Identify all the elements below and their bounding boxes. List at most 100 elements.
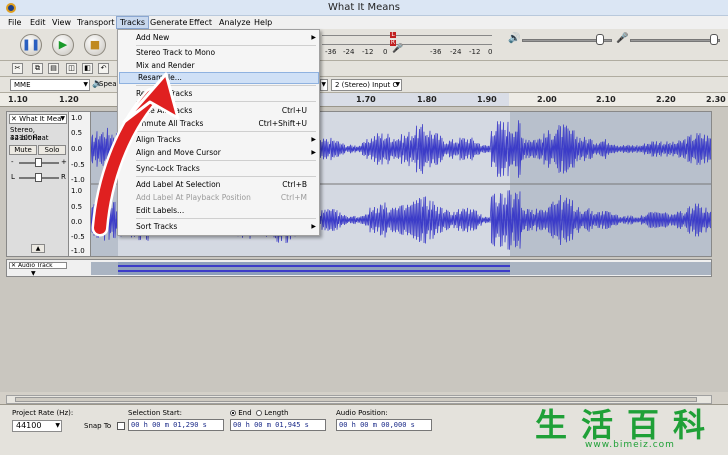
meter-tick: 0 xyxy=(488,48,493,56)
ruler-tick: 1.80 xyxy=(417,95,437,104)
meter-tick: 0 xyxy=(383,48,388,56)
menu-item-align-move-cursor[interactable]: Align and Move Cursor ▶ xyxy=(118,147,319,159)
menu-item-add-label-selection[interactable]: Add Label At Selection Ctrl+B xyxy=(118,179,319,191)
cut-icon[interactable]: ✂ xyxy=(12,63,23,74)
menu-item-mix-and-render[interactable]: Mix and Render xyxy=(118,60,319,72)
channels-select[interactable]: 2 (Stereo) Input C ▼ xyxy=(331,79,402,91)
collapse-track-button[interactable]: ▲ xyxy=(31,244,45,253)
chevron-down-icon: ▼ xyxy=(55,422,60,429)
scale-label: -1.0 xyxy=(71,247,85,255)
audio-position-label: Audio Position: xyxy=(336,409,388,417)
record-volume-slider[interactable] xyxy=(630,39,720,42)
scale-label: 0.0 xyxy=(71,145,83,153)
length-radio[interactable] xyxy=(256,410,262,416)
menu-generate[interactable]: Generate xyxy=(147,16,190,29)
chevron-down-icon: ▼ xyxy=(321,81,326,88)
menu-item-align-tracks[interactable]: Align Tracks ▶ xyxy=(118,134,319,146)
audio-track-2[interactable]: ✕ Audio Track ▼ xyxy=(6,259,712,277)
stop-button[interactable]: ■ xyxy=(84,34,106,56)
end-label: End xyxy=(238,409,252,417)
playback-device-dropdown[interactable]: ▼ xyxy=(320,79,328,91)
menu-transport[interactable]: Transport xyxy=(74,16,118,29)
meter-tick: -36 xyxy=(325,48,337,56)
chevron-down-icon: ▼ xyxy=(83,81,88,88)
menu-item-stereo-to-mono[interactable]: Stereo Track to Mono xyxy=(118,47,319,59)
transport-toolbar: ❚❚ ▶ ■ L R 🎤 -36 -24 -12 0 -36 -24 -12 0… xyxy=(0,29,728,61)
gain-slider-thumb[interactable] xyxy=(35,158,42,167)
solo-button[interactable]: Solo xyxy=(38,145,66,155)
paste-icon[interactable]: ▤ xyxy=(48,63,59,74)
menu-item-remove-tracks[interactable]: Remove Tracks xyxy=(118,88,319,100)
ruler-tick: 2.10 xyxy=(596,95,616,104)
track-area[interactable]: ✕ What It Mea ▼ Stereo, 44100Hz 32-bit fl… xyxy=(0,107,728,404)
scale-label: 1.0 xyxy=(71,114,83,122)
audio-host-select[interactable]: MME ▼ xyxy=(10,79,90,91)
track2-wave-upper xyxy=(118,265,510,267)
scale-label: 0.0 xyxy=(71,218,83,226)
selection-end-field[interactable]: 00 h 00 m 01,945 s xyxy=(230,419,326,431)
record-volume-thumb[interactable] xyxy=(710,34,718,45)
close-icon[interactable]: ✕ xyxy=(11,263,18,268)
microphone-icon: 🎤 xyxy=(392,44,404,54)
track2-clip[interactable] xyxy=(91,262,711,275)
watermark-logo: 生活百科 www.bimeiz.com xyxy=(535,402,723,452)
menu-effect[interactable]: Effect xyxy=(186,16,215,29)
menu-help[interactable]: Help xyxy=(251,16,275,29)
selection-start-field[interactable]: 00 h 00 m 01,290 s xyxy=(128,419,224,431)
menu-separator xyxy=(136,160,316,161)
track2-wave-lower xyxy=(118,270,510,272)
menu-item-resample[interactable]: Resample... xyxy=(119,72,319,84)
scale-label: -1.0 xyxy=(71,176,85,184)
meter-tick: -12 xyxy=(469,48,481,56)
menu-item-add-label-playback: Add Label At Playback Position Ctrl+M xyxy=(136,193,307,202)
ruler-tick: 1.90 xyxy=(477,95,497,104)
chevron-down-icon: ▼ xyxy=(31,270,36,277)
gain-plus-label: + xyxy=(61,158,67,166)
undo-icon[interactable]: ↶ xyxy=(98,63,109,74)
mute-button[interactable]: Mute xyxy=(9,145,37,155)
timeline-ruler[interactable]: 1.10 1.20 1.70 1.80 1.90 2.00 2.10 2.20 … xyxy=(0,93,728,107)
project-rate-select[interactable]: 44100 ▼ xyxy=(12,420,62,432)
audio-position-field[interactable]: 00 h 00 m 00,000 s xyxy=(336,419,432,431)
menu-item-sync-lock[interactable]: Sync-Lock Tracks xyxy=(118,163,319,175)
speaker-icon: 🔊 xyxy=(508,33,521,44)
chevron-right-icon: ▶ xyxy=(311,136,316,143)
menu-edit[interactable]: Edit xyxy=(27,16,49,29)
scale-label: -0.5 xyxy=(71,161,85,169)
menu-item-unmute-all[interactable]: Unmute All Tracks Ctrl+Shift+U xyxy=(118,118,319,130)
ruler-tick: 1.70 xyxy=(356,95,376,104)
menu-item-mute-all[interactable]: Mute All Tracks Ctrl+U xyxy=(118,105,319,117)
pan-slider-thumb[interactable] xyxy=(35,173,42,182)
track-name-menu[interactable]: ✕ What It Mea ▼ xyxy=(9,114,67,124)
play-button[interactable]: ▶ xyxy=(52,34,74,56)
menu-separator xyxy=(136,45,316,46)
audio-track-what-it-means[interactable]: ✕ What It Mea ▼ Stereo, 44100Hz 32-bit fl… xyxy=(6,111,712,257)
meter-tick: -24 xyxy=(343,48,355,56)
end-radio[interactable] xyxy=(230,410,236,416)
menu-item-edit-labels[interactable]: Edit Labels... xyxy=(118,205,319,217)
menu-item-sort-tracks[interactable]: Sort Tracks ▶ xyxy=(118,221,319,233)
amplitude-scale[interactable]: 1.0 0.5 0.0 -0.5 -1.0 1.0 0.5 0.0 -0.5 -… xyxy=(69,112,91,256)
end-length-toggle: End Length xyxy=(230,409,288,417)
track2-name-menu[interactable]: ✕ Audio Track xyxy=(9,262,67,269)
scale-label: 0.5 xyxy=(71,203,83,211)
snap-to-checkbox[interactable] xyxy=(117,422,125,430)
menu-analyze[interactable]: Analyze xyxy=(216,16,254,29)
silence-icon[interactable]: ◧ xyxy=(82,63,93,74)
copy-icon[interactable]: ⧉ xyxy=(32,63,43,74)
pause-button[interactable]: ❚❚ xyxy=(20,34,42,56)
ruler-tick: 1.20 xyxy=(59,95,79,104)
gain-minus-label: - xyxy=(11,158,14,166)
pan-right-label: R xyxy=(61,173,66,181)
menu-tracks[interactable]: Tracks xyxy=(116,16,150,29)
menu-file[interactable]: File xyxy=(5,16,24,29)
trim-icon[interactable]: ◫ xyxy=(66,63,77,74)
playback-volume-thumb[interactable] xyxy=(596,34,604,45)
close-icon[interactable]: ✕ xyxy=(11,115,19,123)
selection-start-label: Selection Start: xyxy=(128,409,182,417)
menu-view[interactable]: View xyxy=(49,16,74,29)
menu-item-add-new[interactable]: Add New ▶ xyxy=(118,32,319,44)
scale-label: 0.5 xyxy=(71,129,83,137)
watermark-url: www.bimeiz.com xyxy=(585,440,675,450)
track-control-panel: ✕ What It Mea ▼ Stereo, 44100Hz 32-bit fl… xyxy=(7,112,69,256)
